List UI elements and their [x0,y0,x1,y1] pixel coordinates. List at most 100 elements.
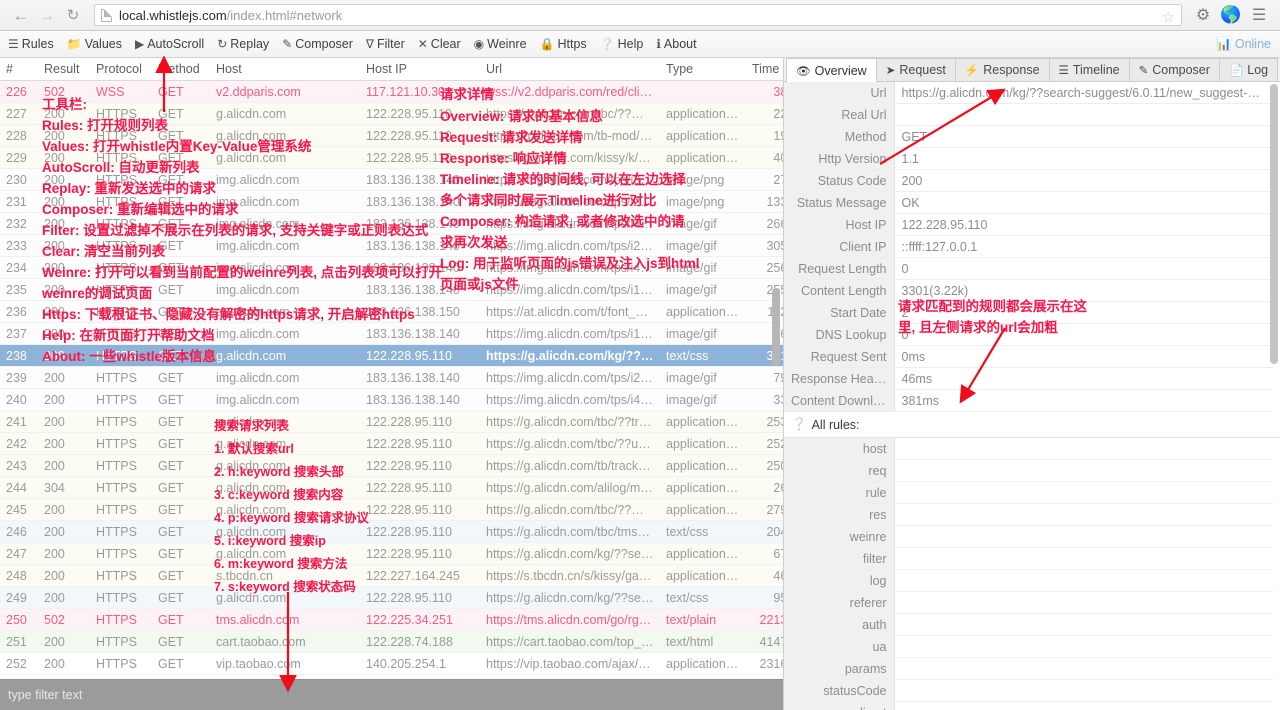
table-row[interactable]: 245 200 HTTPS GET g.alicdn.com 122.228.95.110… [0,498,783,521]
overview-value[interactable]: 1.1 [894,147,1273,170]
address-bar[interactable]: local.whistlejs.com/index.html#network ☆ [94,4,1182,26]
col-header-protocol[interactable]: Protocol [90,58,152,81]
overview-value[interactable] [894,103,1273,126]
overview-value[interactable]: 2 [894,301,1273,324]
rule-value[interactable] [894,481,1273,504]
rule-value[interactable] [894,438,1273,460]
rule-value[interactable] [894,503,1273,526]
col-header-time[interactable]: Time [746,58,783,81]
overview-value[interactable]: https://g.alicdn.com/kg/??search-suggest… [894,82,1273,104]
overview-value[interactable]: 122.228.95.110 [894,213,1273,236]
network-table-scroll[interactable]: # Result Protocol Method Host Host IP Ur… [0,58,783,689]
overview-value[interactable]: 0ms [894,345,1273,368]
rule-value[interactable] [894,657,1273,680]
toolbar-item-weinre[interactable]: ◉ Weinre [474,37,527,51]
table-row[interactable]: 229 200 HTTPS GET g.alicdn.com 122.228.95.110… [0,146,783,169]
question-circle-icon[interactable]: ❔ [791,417,807,432]
table-row[interactable]: 252 200 HTTPS GET vip.taobao.com 140.205.254.… [0,652,783,675]
back-arrow-icon[interactable]: ← [8,2,34,28]
table-row[interactable]: 249 200 HTTPS GET g.alicdn.com 122.228.95.110… [0,586,783,609]
col-header-url[interactable]: Url [480,58,660,81]
overview-value[interactable]: 3301(3.22k) [894,279,1273,302]
toolbar-item-autoscroll[interactable]: ▶ AutoScroll [135,37,204,51]
table-row[interactable]: 232 200 HTTPS GET img.alicdn.com 183.136.138.… [0,212,783,235]
toolbar-item-help[interactable]: ❔ Help [600,37,644,51]
toolbar-item-replay[interactable]: ↻ Replay [217,37,269,51]
toolbar-item-about[interactable]: ℹ About [656,37,696,51]
table-row[interactable]: 247 200 HTTPS GET g.alicdn.com 122.228.95.110… [0,542,783,565]
table-row[interactable]: 227 200 HTTPS GET g.alicdn.com 122.228.95.110… [0,102,783,125]
overview-value[interactable]: GET [894,125,1273,148]
table-row[interactable]: 244 304 HTTPS GET g.alicdn.com 122.228.95.110… [0,476,783,499]
rule-value[interactable] [894,525,1273,548]
gear-icon[interactable]: ⚙ [1190,2,1216,28]
table-row[interactable]: 239 200 HTTPS GET img.alicdn.com 183.136.138.… [0,366,783,389]
tab-log[interactable]: 📄 Log [1218,58,1279,81]
table-row[interactable]: 242 200 HTTPS GET g.alicdn.com 122.228.95.110… [0,432,783,455]
filter-input[interactable]: type filter text [0,679,783,710]
table-row[interactable]: 236 200 HTTPS GET at.alicdn.com 183.136.138.1… [0,300,783,323]
table-row[interactable]: 233 200 HTTPS GET img.alicdn.com 183.136.138.… [0,234,783,257]
col-header-result[interactable]: Result [38,58,90,81]
reload-icon[interactable]: ↻ [60,2,86,28]
col-header-index[interactable]: # [0,58,38,81]
toolbar-item-clear[interactable]: ✕ Clear [418,37,461,51]
overview-value[interactable]: ::ffff:127.0.0.1 [894,235,1273,258]
rule-value[interactable] [894,591,1273,614]
rule-value[interactable] [894,569,1273,592]
overview-value[interactable]: 0 [894,323,1273,346]
table-row[interactable]: 250 502 HTTPS GET tms.alicdn.com 122.225.34.2… [0,608,783,631]
hamburger-menu-icon[interactable]: ☰ [1246,2,1272,28]
table-row[interactable]: 243 200 HTTPS GET g.alicdn.com 122.228.95.110… [0,454,783,477]
table-row[interactable]: 235 200 HTTPS GET img.alicdn.com 183.136.138.… [0,278,783,301]
tab-request[interactable]: ➤ Request [875,58,956,81]
rule-value[interactable] [894,701,1273,710]
table-row[interactable]: 231 200 HTTPS GET img.alicdn.com 183.136.138.… [0,190,783,213]
table-row[interactable]: 228 200 HTTPS GET g.alicdn.com 122.228.95.110… [0,124,783,147]
detail-pane-scrollbar[interactable] [1270,84,1278,364]
cell-host-ip: 183.136.138.140 [360,278,480,301]
rule-value[interactable] [894,679,1273,702]
table-row[interactable]: 251 200 HTTPS GET cart.taobao.com 122.228.74.… [0,630,783,653]
overview-value[interactable]: OK [894,191,1273,214]
table-row[interactable]: 238 200 HTTPS GET g.alicdn.com 122.228.95.110… [0,344,783,367]
col-header-type[interactable]: Type [660,58,746,81]
overview-value[interactable]: 200 [894,169,1273,192]
toolbar-item-composer[interactable]: ✎ Composer [282,37,353,51]
overview-value[interactable]: 0 [894,257,1273,280]
table-row[interactable]: 248 200 HTTPS GET s.tbcdn.cn 122.227.164.245 h… [0,564,783,587]
tab-response[interactable]: ⚡ Response [954,58,1050,81]
table-row[interactable]: 246 200 HTTPS GET g.alicdn.com 122.228.95.110… [0,520,783,543]
table-row[interactable]: 241 200 HTTPS GET g.alicdn.com 122.228.95.110… [0,410,783,433]
kv-row: statusCode [784,679,1273,702]
cell-index: 246 [0,520,38,543]
globe-icon[interactable]: 🌎 [1218,2,1244,28]
rule-value[interactable] [894,635,1273,658]
col-header-host[interactable]: Host [210,58,360,81]
forward-arrow-icon[interactable]: → [34,2,60,28]
table-row[interactable]: 226 502 WSS GET v2.ddparis.com 117.121.10.30 w… [0,80,783,103]
table-row[interactable]: 237 200 HTTPS GET img.alicdn.com 183.136.138.… [0,322,783,345]
col-header-method[interactable]: Method [152,58,210,81]
rule-value[interactable] [894,459,1273,482]
table-row[interactable]: 234 200 HTTPS GET img.alicdn.com 183.136.138.… [0,256,783,279]
toolbar-item-filter[interactable]: ∇ Filter [366,37,405,51]
cell-time: 2213ms [746,608,783,631]
rule-value[interactable] [894,547,1273,570]
toolbar-item-rules[interactable]: ☰ Rules [8,37,54,51]
table-row[interactable]: 240 200 HTTPS GET img.alicdn.com 183.136.138.… [0,388,783,411]
overview-value[interactable]: 46ms [894,367,1273,390]
overview-value[interactable]: 381ms [894,389,1273,412]
table-row[interactable]: 230 200 HTTPS GET img.alicdn.com 183.136.138.… [0,168,783,191]
online-status[interactable]: 📊 Online [1216,37,1271,52]
tab-timeline[interactable]: ☰ Timeline [1048,58,1130,81]
tab-composer[interactable]: ✎ Composer [1128,58,1220,81]
star-icon[interactable]: ☆ [1162,8,1175,26]
toolbar-item-https[interactable]: 🔒 Https [540,37,587,51]
rule-value[interactable] [894,613,1273,636]
network-list-scrollbar[interactable] [772,288,780,366]
cell-host-ip: 183.136.138.140 [360,212,480,235]
col-header-host-ip[interactable]: Host IP [360,58,480,81]
tab-overview[interactable]: 👁 Overview [786,58,877,82]
toolbar-item-values[interactable]: 📁 Values [67,37,122,51]
